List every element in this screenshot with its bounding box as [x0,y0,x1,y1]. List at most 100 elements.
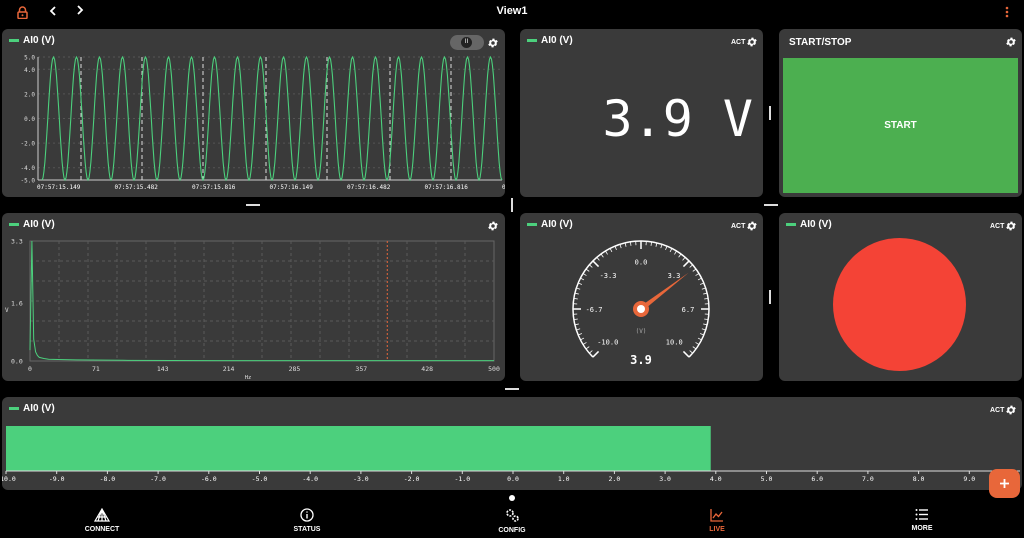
gauge-tick [689,264,693,268]
settings-gear-icon[interactable] [487,220,499,232]
fft-panel: AI0 (V) 3.3 1.6 0.0 0 71 143 214 285 357 428 500 V H… [2,213,505,381]
gauge-tick [596,257,600,261]
gauge-tick [582,342,587,345]
bar-tick-label: 0.0 [507,475,519,483]
series-swatch [9,223,19,226]
resize-handle[interactable] [769,106,771,120]
x-tick-label: 07:57:16.816 [425,184,469,191]
gauge-tick [682,257,686,261]
x-axis-label: Hz [245,375,252,381]
x-tick-label: 285 [289,365,301,373]
bar-tick-label: 6.0 [811,475,823,483]
gauge-tick [660,244,663,249]
bar-tick-label: 2.0 [609,475,621,483]
x-tick-label: 07:57:15.816 [192,184,236,191]
add-widget-button[interactable] [989,469,1020,498]
resize-handle[interactable] [246,204,260,206]
gauge-tick [592,260,600,268]
y-tick-label: 0.0 [24,116,35,123]
scope-title-label: AI0 (V) [23,35,55,46]
led-panel: AI0 (V) ACT [779,213,1022,381]
gauge-tick [689,350,693,354]
chart-icon [710,509,723,522]
bar-tick-label: 7.0 [862,475,874,483]
gauge-tick [605,250,608,255]
bar-tick-label: -5.0 [252,475,268,483]
settings-gear-icon[interactable] [1005,220,1017,232]
gauge-label: 3.3 [668,272,681,280]
gauge-tick [669,248,673,253]
led-title: AI0 (V) [786,219,832,230]
bar-tick-label: -1.0 [454,475,470,483]
start-button[interactable]: START [783,58,1018,193]
gauge-tick [582,273,587,276]
resize-handle[interactable] [511,198,513,212]
numeric-panel: AI0 (V) ACT 3.9 V [520,29,763,197]
gauge-tick [695,342,700,345]
button-panel: START/STOP START [779,29,1022,197]
gauge-tick [578,282,583,285]
settings-gear-icon[interactable] [1005,404,1017,416]
menu-icon [915,509,928,520]
bar-tick-label: -9.0 [49,475,65,483]
nav-live[interactable]: LIVE [687,508,747,533]
chevron-right-icon[interactable] [76,5,84,15]
led-indicator [833,238,966,371]
gauge-tick [585,268,590,272]
scope-chart[interactable]: 5.0 4.0 2.0 0.0 -2.0 -4.0 -5.007:57:15.149 07:5… [2,53,505,197]
bar-tick-label: 1.0 [558,475,570,483]
bar-tick-label: 3.0 [659,475,671,483]
gauge-tick [574,323,579,326]
chevron-left-icon[interactable] [49,6,57,16]
more-vertical-icon[interactable] [1005,6,1009,18]
scope-panel: AI0 (V) II 5.0 4.0 2.0 0.0 -2.0 -4.0 -5.0 07:57… [2,29,505,197]
gauge-tick [619,244,622,249]
y-tick-label: 5.0 [24,55,35,62]
nav-connect[interactable]: CONNECT [72,508,132,533]
nav-more[interactable]: MORE [892,508,952,532]
gauge-tick [589,264,593,268]
app-header: View1 [0,0,1024,26]
resize-handle[interactable] [769,290,771,304]
settings-gear-icon[interactable] [1005,36,1017,48]
y-tick-label: -4.0 [21,165,36,172]
gauge-tick [609,248,613,253]
lock-icon[interactable] [17,6,28,19]
gauge-tick [624,242,627,247]
pause-button[interactable]: II [450,35,484,50]
x-tick-label: 07:57:16.149 [270,184,314,191]
gauge-hub-center [637,305,645,313]
x-tick-label: 07:57:15.149 [37,184,81,191]
y-tick-label: -2.0 [21,141,36,148]
gauge-tick [580,277,585,281]
nav-config-label: CONFIG [498,527,526,534]
start-button-label: START [884,120,917,131]
x-tick-label: 357 [355,365,367,373]
gauge-tick [589,350,593,354]
resize-handle[interactable] [764,204,778,206]
page-title: View1 [496,5,528,17]
numeric-title-label: AI0 (V) [541,35,573,46]
gauge-tick [678,253,682,258]
gauge-tick [692,346,697,350]
bar-tick-label: -6.0 [201,475,217,483]
series-swatch [9,407,19,410]
x-tick-label: 07:57:17.149 [502,184,505,191]
page-indicator-dot [509,495,515,501]
nav-status[interactable]: STATUS [277,508,337,533]
settings-gear-icon[interactable] [487,37,499,49]
fft-chart[interactable]: 3.3 1.6 0.0 0 71 143 214 285 357 428 500 V Hz [2,237,505,382]
gauge-tick [699,282,704,285]
bar-tick-label: -8.0 [100,475,116,483]
spectrum-line [29,240,494,362]
resize-handle[interactable] [505,388,519,390]
act-badge: ACT [731,39,746,46]
gauge-label: -6.7 [586,306,603,314]
nav-connect-label: CONNECT [84,526,120,533]
nav-more-label: MORE [911,525,933,532]
gauge-unit: (V) [636,328,647,335]
settings-gear-icon[interactable] [746,36,758,48]
gauge-tick [701,287,706,290]
nav-config[interactable]: CONFIG [482,508,542,534]
pause-icon: II [461,37,472,48]
